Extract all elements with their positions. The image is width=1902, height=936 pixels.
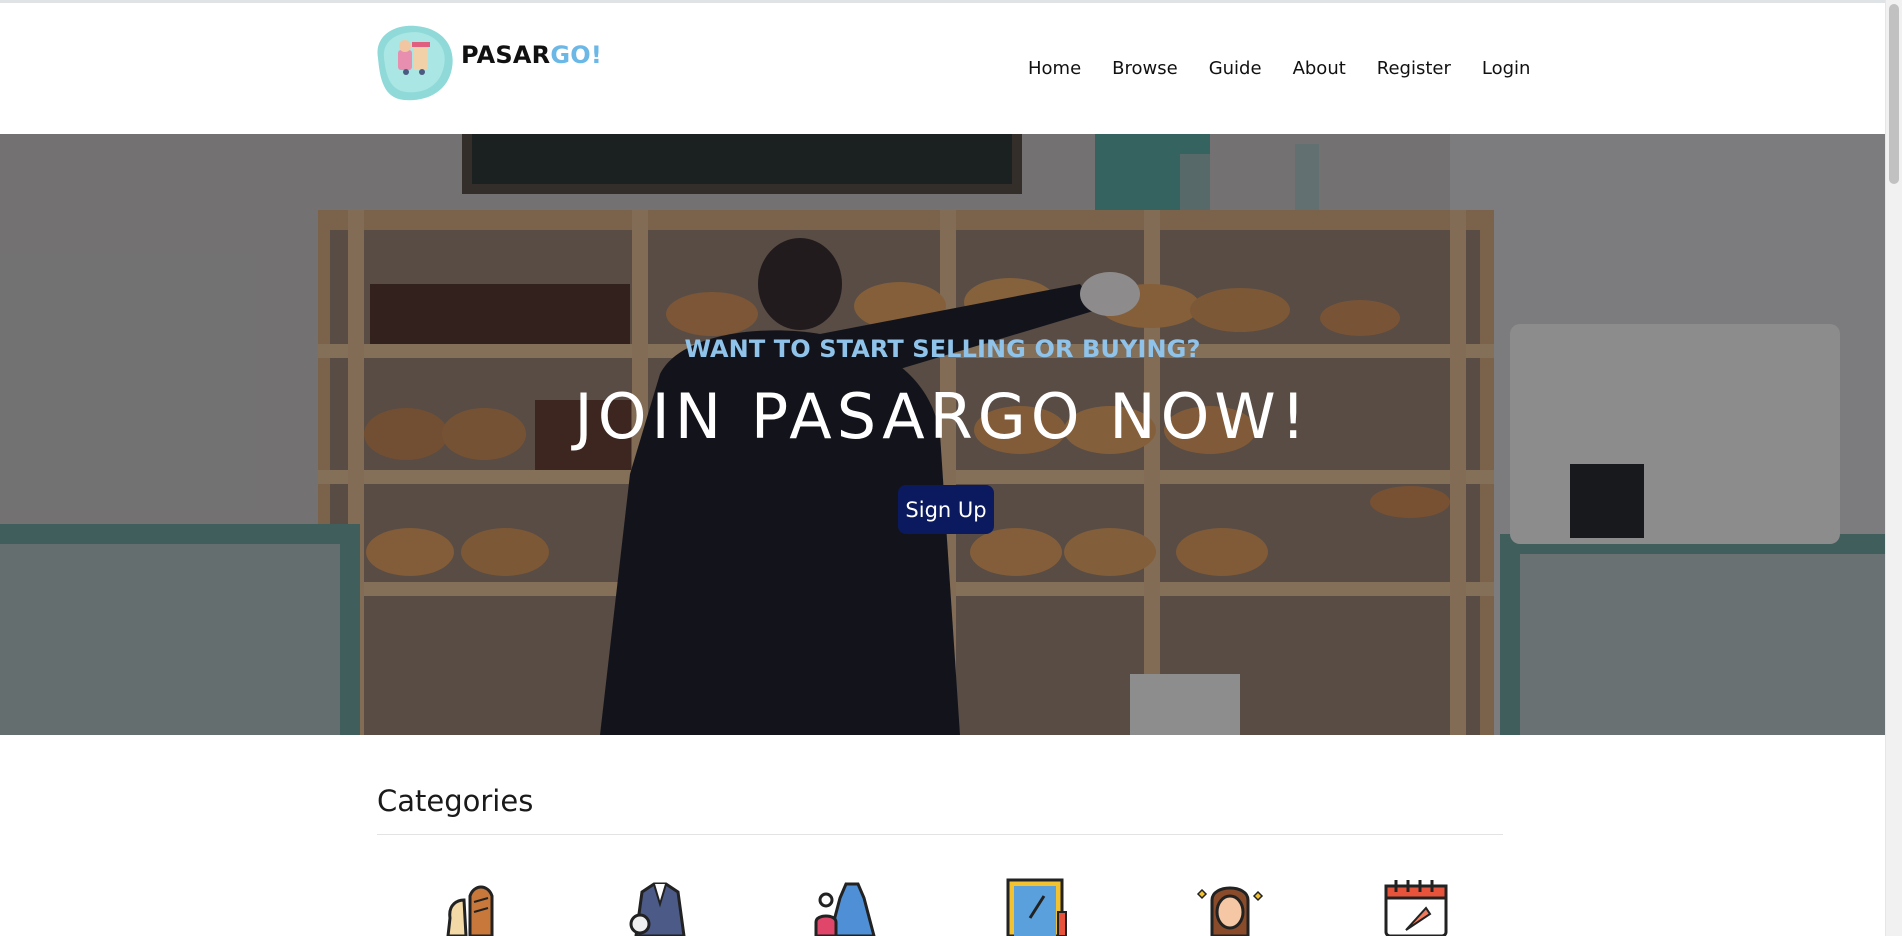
brand-name-part2: GO! <box>550 41 602 69</box>
nav-browse[interactable]: Browse <box>1112 58 1178 79</box>
bread-food-icon[interactable] <box>430 878 510 936</box>
brand-logo[interactable]: PASARGO! <box>368 22 602 102</box>
nav-guide[interactable]: Guide <box>1209 58 1262 79</box>
categories-divider <box>377 834 1503 835</box>
categories-grid <box>0 878 1885 936</box>
nav-login[interactable]: Login <box>1482 58 1531 79</box>
nav-home[interactable]: Home <box>1028 58 1081 79</box>
dress-fashion-icon[interactable] <box>808 878 888 936</box>
nav-about[interactable]: About <box>1293 58 1346 79</box>
art-craft-icon[interactable] <box>1000 878 1080 936</box>
suit-clothing-icon[interactable] <box>620 878 700 936</box>
hero-banner: WANT TO START SELLING OR BUYING? JOIN PA… <box>0 134 1885 735</box>
calendar-event-icon[interactable] <box>1376 878 1456 936</box>
hero-title: JOIN PASARGO NOW! <box>574 380 1311 453</box>
nav-register[interactable]: Register <box>1377 58 1451 79</box>
brand-name-part1: PASAR <box>461 41 551 69</box>
site-header: PASARGO! Home Browse Guide About Registe… <box>0 3 1885 134</box>
brand-name: PASARGO! <box>461 41 602 69</box>
main-nav: Home Browse Guide About Register Login <box>1028 58 1530 79</box>
beauty-woman-icon[interactable] <box>1190 878 1270 936</box>
categories-heading: Categories <box>377 784 534 818</box>
signup-button[interactable]: Sign Up <box>898 485 994 534</box>
page-scrollbar[interactable] <box>1885 0 1902 936</box>
scrollbar-thumb[interactable] <box>1889 4 1899 184</box>
hero-kicker: WANT TO START SELLING OR BUYING? <box>684 335 1201 363</box>
shop-mascot-logo-icon <box>368 22 458 102</box>
